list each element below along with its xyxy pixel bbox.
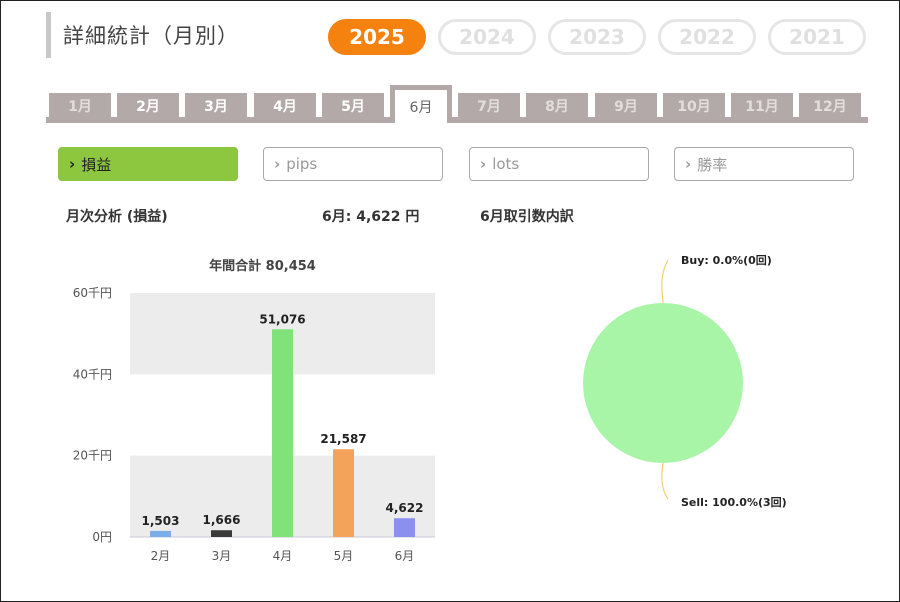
y-tick-label: 60千円 [73, 286, 112, 300]
month-tabs: 1月 2月 3月 4月 5月 6月 7月 8月 9月 10月 11月 12月 [46, 85, 868, 123]
year-button-2025[interactable]: 2025 [328, 19, 426, 55]
bar-3月[interactable] [211, 530, 232, 537]
month-tab-4[interactable]: 4月 [254, 93, 316, 119]
chevron-right-icon: › [274, 155, 281, 173]
metric-button-pips[interactable]: › pips [263, 147, 443, 181]
bar-value-label: 1,666 [203, 513, 241, 527]
buy-slice-label: Buy: 0.0%(0回) [681, 253, 772, 267]
month-tab-7[interactable]: 7月 [458, 93, 520, 119]
bar-4月[interactable] [272, 329, 293, 537]
metric-button-profit[interactable]: › 損益 [58, 147, 238, 181]
year-button-2022[interactable]: 2022 [658, 19, 756, 55]
chart-title: 年間合計 80,454 [209, 258, 316, 274]
metric-label: 勝率 [697, 155, 728, 174]
month-tab-10[interactable]: 10月 [663, 93, 725, 119]
year-button-2024[interactable]: 2024 [438, 19, 536, 55]
month-tab-5[interactable]: 5月 [322, 93, 384, 119]
bar-value-label: 21,587 [320, 432, 366, 446]
bar-value-label: 4,622 [386, 501, 424, 515]
x-tick-label: 5月 [334, 549, 354, 563]
year-button-2021[interactable]: 2021 [768, 19, 866, 55]
bar-value-label: 51,076 [259, 312, 305, 326]
month-total: 6月: 4,622 円 [322, 209, 420, 225]
pie-slice-1[interactable] [583, 303, 743, 463]
metric-label: 損益 [81, 155, 112, 174]
month-tab-3[interactable]: 3月 [185, 93, 247, 119]
y-tick-label: 40千円 [73, 367, 112, 381]
metric-button-lots[interactable]: › lots [469, 147, 649, 181]
trade-breakdown-pie-chart: Buy: 0.0%(0回) Sell: 100.0%(3回) [583, 253, 787, 509]
month-tab-11[interactable]: 11月 [731, 93, 793, 119]
sell-leader-line [661, 462, 669, 500]
month-tab-2[interactable]: 2月 [117, 93, 179, 119]
bar-value-label: 1,503 [142, 514, 180, 528]
breakdown-label: 6月取引数内訳 [480, 209, 574, 225]
y-tick-label: 0円 [92, 530, 112, 544]
bar-5月[interactable] [333, 449, 354, 537]
metric-label: lots [492, 155, 520, 173]
page-title: 詳細統計（月別） [63, 24, 239, 48]
x-tick-label: 4月 [273, 549, 293, 563]
analysis-label: 月次分析 (損益) [66, 209, 168, 225]
page-header: 詳細統計（月別） [46, 12, 239, 58]
y-tick-label: 20千円 [73, 449, 112, 463]
buy-leader-line [661, 259, 669, 304]
metric-button-win-rate[interactable]: › 勝率 [674, 147, 854, 181]
x-tick-label: 6月 [395, 549, 415, 563]
x-tick-label: 2月 [151, 549, 171, 563]
month-tab-12[interactable]: 12月 [799, 93, 861, 119]
month-tab-9[interactable]: 9月 [595, 93, 657, 119]
bar-6月[interactable] [394, 518, 415, 537]
chevron-right-icon: › [69, 155, 76, 173]
year-button-2023[interactable]: 2023 [548, 19, 646, 55]
metric-label: pips [286, 155, 318, 173]
bar-2月[interactable] [150, 530, 171, 537]
x-tick-label: 3月 [212, 549, 232, 563]
month-tab-1[interactable]: 1月 [49, 93, 111, 119]
chevron-right-icon: › [685, 155, 692, 173]
monthly-bar-chart: 年間合計 80,454 0円 20千円 40千円 60千円 1,503 2月 1,666 3月 5… [73, 258, 435, 563]
month-tab-8[interactable]: 8月 [526, 93, 588, 119]
month-tab-6[interactable]: 6月 [390, 85, 452, 123]
chevron-right-icon: › [480, 155, 487, 173]
year-selector: 2025 2024 2023 2022 2021 [328, 19, 866, 55]
sell-slice-label: Sell: 100.0%(3回) [681, 495, 787, 509]
